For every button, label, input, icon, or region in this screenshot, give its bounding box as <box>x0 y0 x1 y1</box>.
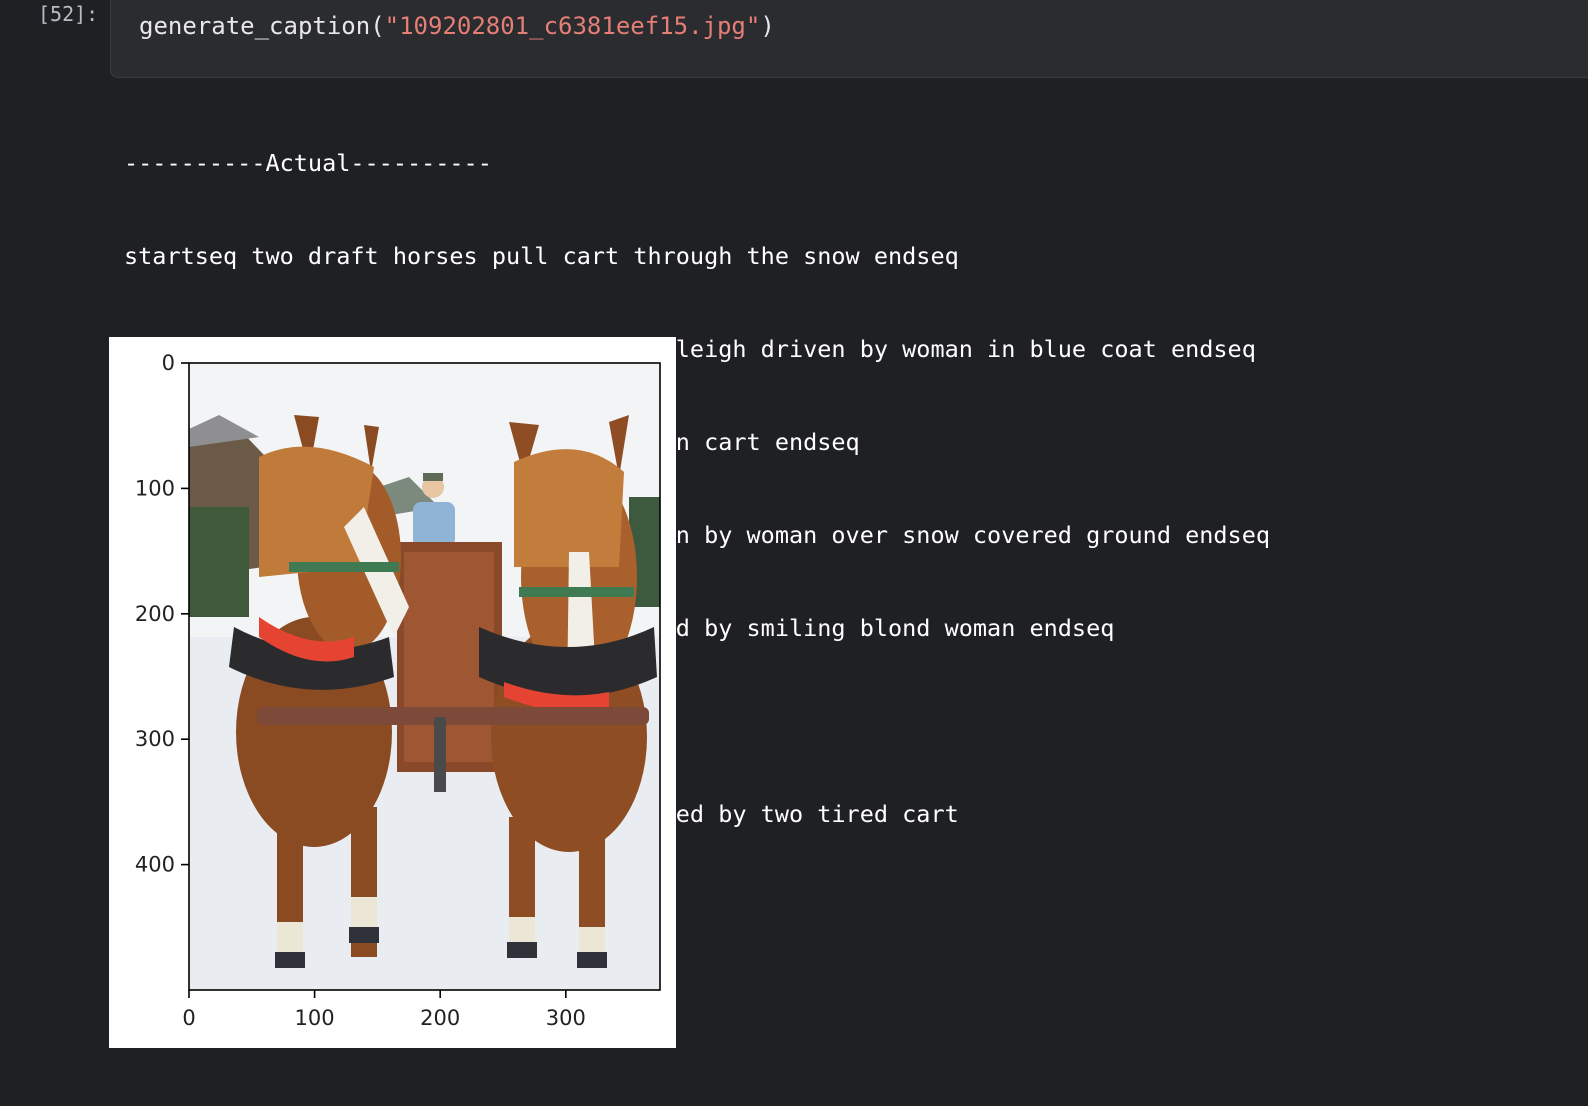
x-tick-label: 300 <box>546 1006 586 1030</box>
code-function: generate_caption( <box>139 12 385 40</box>
matplotlib-figure: 0 100 200 300 400 0 100 200 300 <box>109 337 676 1048</box>
y-tick-label: 0 <box>162 351 175 375</box>
horses-photo-icon <box>189 363 660 990</box>
y-tick-label: 400 <box>135 853 175 877</box>
actual-header: ----------Actual---------- <box>124 149 492 177</box>
actual-caption-1: startseq two draft horses pull cart thro… <box>124 242 959 270</box>
x-tick-label: 100 <box>295 1006 335 1030</box>
y-tick-label: 100 <box>135 476 175 500</box>
execution-count: [52]: <box>38 2 99 26</box>
code-cell-input[interactable]: generate_caption("109202801_c6381eef15.j… <box>110 0 1588 78</box>
code-string-arg: "109202801_c6381eef15.jpg" <box>384 12 761 40</box>
code-close-paren: ) <box>760 12 775 40</box>
y-tick-label: 200 <box>135 602 175 626</box>
code-line: generate_caption("109202801_c6381eef15.j… <box>139 12 775 40</box>
y-tick-label: 300 <box>135 727 175 751</box>
figure-svg: 0 100 200 300 400 0 100 200 300 <box>135 351 661 1030</box>
x-tick-label: 200 <box>420 1006 460 1030</box>
x-tick-label: 0 <box>182 1006 195 1030</box>
x-axis: 0 100 200 300 <box>182 990 586 1030</box>
y-axis: 0 100 200 300 400 <box>135 351 189 877</box>
